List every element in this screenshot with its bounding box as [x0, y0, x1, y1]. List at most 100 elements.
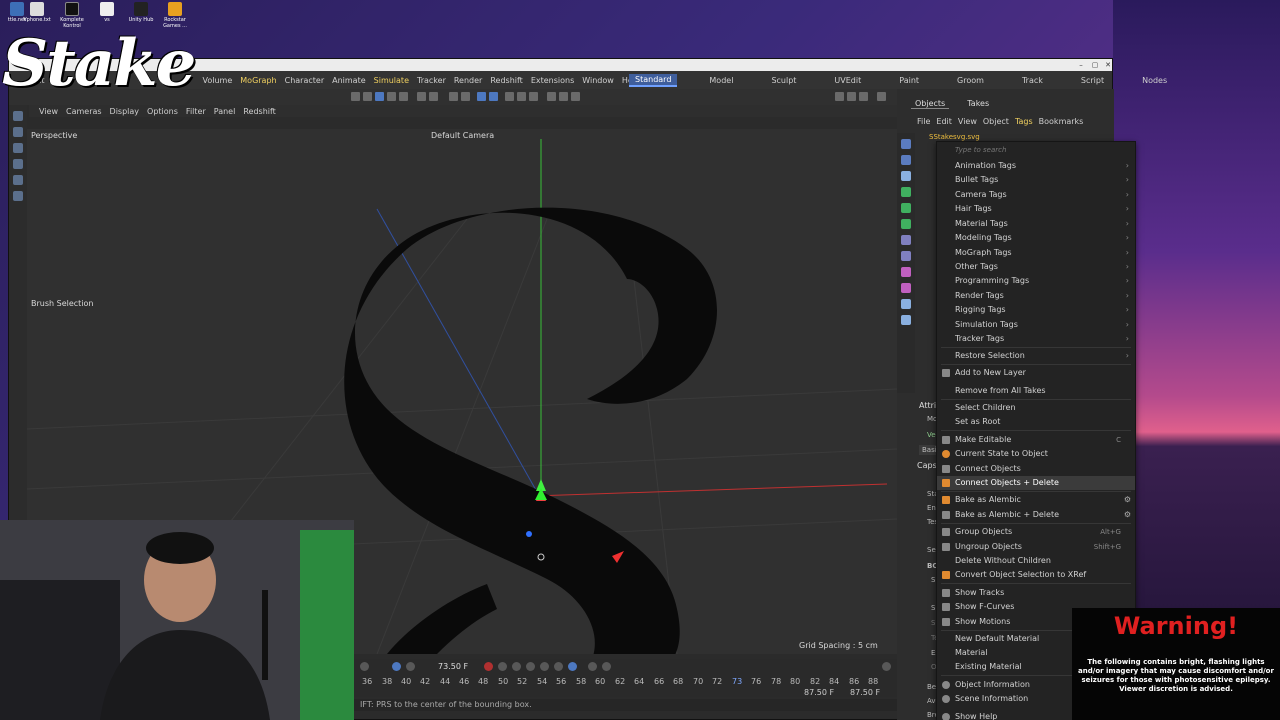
menu-item-select-children[interactable]: Select Children	[937, 401, 1135, 415]
snap-icon[interactable]	[461, 92, 470, 101]
tab-objects[interactable]: Objects	[911, 99, 950, 109]
menu-volume[interactable]: Volume	[203, 76, 233, 85]
generator-icon[interactable]	[901, 203, 911, 213]
menu-window[interactable]: Window	[582, 76, 614, 85]
brush-icon[interactable]	[13, 175, 23, 185]
menu-item-delete-without-children[interactable]: Delete Without Children	[937, 554, 1135, 568]
go-start-icon[interactable]	[360, 662, 369, 671]
end-frame-a[interactable]: 87.50 F	[804, 688, 834, 697]
move-icon[interactable]	[417, 92, 426, 101]
scene-icon[interactable]	[901, 251, 911, 261]
obj-menu-file[interactable]: File	[917, 117, 930, 126]
menu-item-bake-as-alembic[interactable]: Bake as Alembic ⚙	[937, 493, 1135, 507]
camera-icon[interactable]	[559, 92, 568, 101]
render-view-icon[interactable]	[505, 92, 514, 101]
rotate-icon[interactable]	[13, 143, 23, 153]
menu-item-show-tracks[interactable]: Show Tracks	[937, 586, 1135, 600]
vp-menu-options[interactable]: Options	[147, 107, 178, 116]
vp-menu-view[interactable]: View	[39, 107, 58, 116]
axis-gizmo-z-head[interactable]	[526, 531, 532, 537]
playhead-label[interactable]: 73	[732, 677, 742, 686]
keyframe-icon[interactable]	[568, 662, 577, 671]
obj-menu-bookmarks[interactable]: Bookmarks	[1039, 117, 1084, 126]
keyframe-icon[interactable]	[526, 662, 535, 671]
model-mode-icon[interactable]	[375, 92, 384, 101]
letter-s-mesh[interactable]	[344, 207, 717, 654]
desktop-icon-4[interactable]: Unity Hub	[124, 2, 158, 23]
menu-simulate[interactable]: Simulate	[374, 76, 409, 85]
layout-icon[interactable]	[847, 92, 856, 101]
menu-item-animation-tags[interactable]: Animation Tags ›	[937, 159, 1135, 173]
knife-icon[interactable]	[13, 191, 23, 201]
menu-item-bullet-tags[interactable]: Bullet Tags ›	[937, 173, 1135, 187]
context-menu-search[interactable]: Type to search	[955, 146, 1006, 154]
menu-item-tracker-tags[interactable]: Tracker Tags ›	[937, 332, 1135, 346]
menu-animate[interactable]: Animate	[332, 76, 366, 85]
menu-item-mograph-tags[interactable]: MoGraph Tags ›	[937, 246, 1135, 260]
desktop-icon-3[interactable]: vs	[90, 2, 124, 23]
gear-icon[interactable]: ⚙	[1124, 493, 1131, 507]
go-end-icon[interactable]	[406, 662, 415, 671]
menu-tracker[interactable]: Tracker	[417, 76, 446, 85]
close-button[interactable]: ✕	[1101, 59, 1115, 71]
layout-tab-uvedit[interactable]: UVEdit	[828, 75, 867, 86]
menu-item-set-as-root[interactable]: Set as Root	[937, 415, 1135, 429]
scale-icon[interactable]	[13, 159, 23, 169]
autokey-icon[interactable]	[498, 662, 507, 671]
vp-menu-panel[interactable]: Panel	[214, 107, 236, 116]
menu-character[interactable]: Character	[285, 76, 325, 85]
menu-item-hair-tags[interactable]: Hair Tags ›	[937, 202, 1135, 216]
mograph-icon[interactable]	[901, 267, 911, 277]
timeline[interactable]: 73.50 F 36 38 40 42 44 46 48 50 52 54 56…	[354, 659, 897, 697]
menu-item-group-objects[interactable]: Group Objects Alt+G	[937, 525, 1135, 539]
tab-takes[interactable]: Takes	[963, 99, 993, 109]
camera-label[interactable]: Default Camera	[431, 131, 494, 140]
menu-item-connect-objects[interactable]: Connect Objects	[937, 462, 1135, 476]
workplane-icon[interactable]	[489, 92, 498, 101]
menu-item-bake-as-alembic-delete[interactable]: Bake as Alembic + Delete ⚙	[937, 508, 1135, 522]
vp-menu-display[interactable]: Display	[110, 107, 140, 116]
maximize-button[interactable]: ▢	[1088, 59, 1102, 71]
render-icon[interactable]	[517, 92, 526, 101]
sphere-icon[interactable]	[901, 155, 911, 165]
menu-redshift[interactable]: Redshift	[490, 76, 522, 85]
menu-item-convert-to-xref[interactable]: Convert Object Selection to XRef	[937, 568, 1135, 582]
menu-render[interactable]: Render	[454, 76, 482, 85]
menu-item-modeling-tags[interactable]: Modeling Tags ›	[937, 231, 1135, 245]
play-icon[interactable]	[392, 662, 401, 671]
keyframe-icon[interactable]	[554, 662, 563, 671]
menu-item-programming-tags[interactable]: Programming Tags ›	[937, 274, 1135, 288]
menu-item-current-state-to-object[interactable]: Current State to Object	[937, 447, 1135, 461]
move-icon[interactable]	[13, 127, 23, 137]
rotate-icon[interactable]	[449, 92, 458, 101]
light-icon[interactable]	[547, 92, 556, 101]
current-frame[interactable]: 73.50 F	[438, 662, 468, 671]
layout-tab-paint[interactable]: Paint	[893, 75, 925, 86]
layout-tab-nodes[interactable]: Nodes	[1136, 75, 1173, 86]
edges-mode-icon[interactable]	[399, 92, 408, 101]
deformer-icon[interactable]	[901, 219, 911, 229]
motion-icon[interactable]	[588, 662, 597, 671]
menu-item-restore-selection[interactable]: Restore Selection ›	[937, 349, 1135, 363]
menu-item-ungroup-objects[interactable]: Ungroup Objects Shift+G	[937, 540, 1135, 554]
obj-menu-object[interactable]: Object	[983, 117, 1009, 126]
menu-item-camera-tags[interactable]: Camera Tags ›	[937, 188, 1135, 202]
settings-icon[interactable]	[571, 92, 580, 101]
effector-icon[interactable]	[901, 283, 911, 293]
scale-icon[interactable]	[429, 92, 438, 101]
menu-item-other-tags[interactable]: Other Tags ›	[937, 260, 1135, 274]
menu-item-add-to-new-layer[interactable]: Add to New Layer	[937, 366, 1135, 380]
menu-extensions[interactable]: Extensions	[531, 76, 574, 85]
text-icon[interactable]	[901, 171, 911, 181]
menu-item-remove-from-all-takes[interactable]: Remove from All Takes	[937, 384, 1135, 398]
light-icon[interactable]	[901, 315, 911, 325]
layout-tab-track[interactable]: Track	[1016, 75, 1049, 86]
menu-item-connect-objects-delete[interactable]: Connect Objects + Delete	[937, 476, 1135, 490]
layout-icon[interactable]	[859, 92, 868, 101]
desktop-icon-5[interactable]: Rockstar Games ...	[158, 2, 192, 29]
gear-icon[interactable]: ⚙	[1124, 508, 1131, 522]
keyframe-icon[interactable]	[512, 662, 521, 671]
points-mode-icon[interactable]	[387, 92, 396, 101]
obj-menu-view[interactable]: View	[958, 117, 977, 126]
undo-icon[interactable]	[351, 92, 360, 101]
